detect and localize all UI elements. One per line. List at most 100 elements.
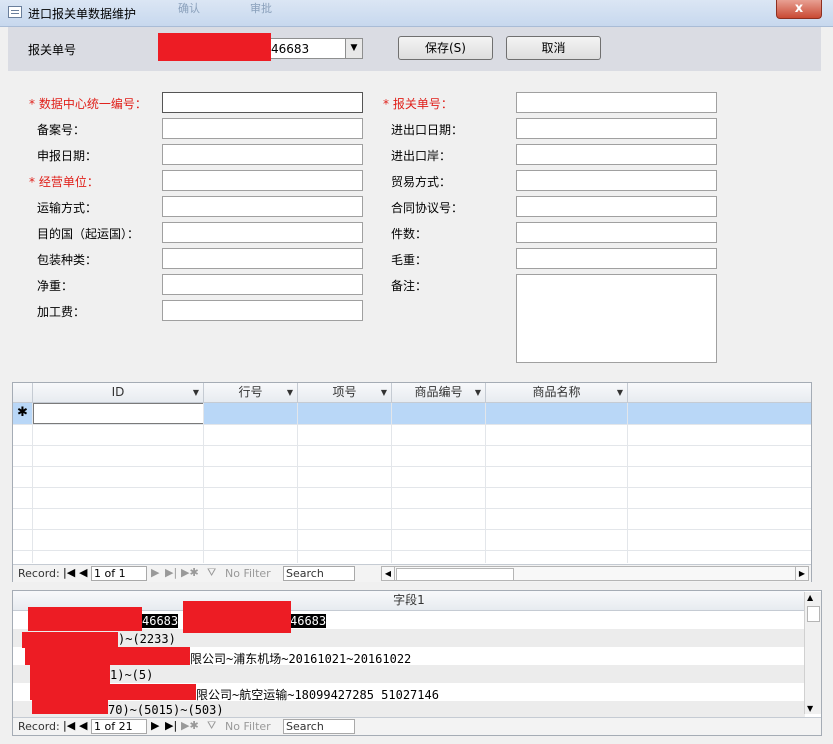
field-label-data-center-no: * 数据中心统一编号：: [29, 97, 147, 111]
scroll-thumb[interactable]: [807, 606, 820, 622]
contract-no-field[interactable]: [516, 196, 717, 217]
chevron-down-icon[interactable]: ▼: [381, 383, 387, 402]
horizontal-scrollbar[interactable]: ◀ ▶: [381, 566, 809, 581]
next-record-icon[interactable]: ▶: [151, 566, 159, 579]
redaction-box: [25, 647, 190, 665]
last-record-icon[interactable]: ▶|: [165, 566, 177, 579]
search-input[interactable]: Search: [283, 566, 355, 581]
search-input[interactable]: Search: [283, 719, 355, 734]
trade-mode-field[interactable]: [516, 170, 717, 191]
field-label-processing-fee: 加工费：: [37, 305, 86, 319]
close-button[interactable]: x: [776, 0, 822, 19]
scroll-left-icon[interactable]: ◀: [382, 567, 395, 580]
field-label-gross-weight: 毛重：: [391, 253, 428, 267]
field-label-remarks: 备注：: [391, 279, 428, 293]
required-marker: *: [29, 97, 35, 111]
save-button[interactable]: 保存(S): [398, 36, 493, 60]
record-navigation-bar: Record: |◀ ◀ 1 of 1 ▶ ▶| ▶✱ ⛛ No Filter …: [13, 564, 811, 582]
window-title: 进口报关单数据维护: [28, 7, 137, 21]
net-weight-field[interactable]: [162, 274, 363, 295]
combo-value: 46683: [271, 42, 310, 56]
remarks-textarea[interactable]: [516, 274, 717, 363]
field-label-port: 进出口岸：: [391, 149, 452, 163]
data-center-no-field[interactable]: [162, 92, 363, 113]
vertical-scrollbar[interactable]: ▲ ▼: [804, 592, 821, 714]
field-label-import-date: 进出口日期：: [391, 123, 464, 137]
table-row[interactable]: 限公司~浦东机场~20161021~20161022: [190, 650, 411, 667]
chevron-down-icon[interactable]: ▼: [287, 383, 293, 402]
table-row-segment: 46683: [290, 614, 327, 628]
scroll-right-icon[interactable]: ▶: [795, 567, 808, 580]
column-header-line-no[interactable]: 行号 ▼: [204, 383, 298, 403]
first-record-icon[interactable]: |◀: [63, 566, 75, 579]
new-record-nav-icon[interactable]: ▶✱: [181, 566, 199, 579]
new-record-nav-icon[interactable]: ▶✱: [181, 719, 199, 732]
last-record-icon[interactable]: ▶|: [165, 719, 177, 732]
record-position-field[interactable]: 1 of 1: [91, 566, 147, 581]
declaration-no-label: 报关单号: [28, 43, 77, 57]
redaction-box: [183, 601, 291, 633]
close-icon: x: [794, 1, 804, 16]
table-row[interactable]: )~(2233): [118, 632, 176, 646]
field-label-trade-mode: 贸易方式：: [391, 175, 452, 189]
title-bar: 进口报关单数据维护 确认 审批 x: [0, 0, 833, 27]
background-ribbon-label: 确认: [178, 2, 200, 15]
cancel-button[interactable]: 取消: [506, 36, 601, 60]
record-label: Record:: [18, 567, 60, 580]
first-record-icon[interactable]: |◀: [63, 719, 75, 732]
filter-icon: ⛛: [207, 566, 217, 579]
record-label: Record:: [18, 720, 60, 733]
table-row[interactable]: 1)~(5): [110, 668, 153, 682]
scroll-thumb[interactable]: [396, 568, 514, 581]
import-date-field[interactable]: [516, 118, 717, 139]
no-filter-label[interactable]: No Filter: [225, 567, 271, 580]
subsheet-navigation-bar: Record: |◀ ◀ 1 of 21 ▶ ▶| ▶✱ ⛛ No Filter…: [13, 717, 821, 735]
previous-record-icon[interactable]: ◀: [79, 566, 87, 579]
destination-country-field[interactable]: [162, 222, 363, 243]
field-label-piece-count: 件数：: [391, 227, 428, 241]
scroll-down-icon[interactable]: ▼: [807, 704, 813, 713]
declare-date-field[interactable]: [162, 144, 363, 165]
detail-datasheet: ID ▼ 行号 ▼ 项号 ▼ 商品编号 ▼ 商品名称 ▼ ✱ Record: |◀ ◀ 1…: [12, 382, 812, 582]
column-header-item-no[interactable]: 项号 ▼: [298, 383, 392, 403]
column-header-id[interactable]: ID ▼: [33, 383, 204, 403]
field-label-contract-no: 合同协议号：: [391, 201, 464, 215]
redaction-box: [22, 632, 118, 648]
previous-record-icon[interactable]: ◀: [79, 719, 87, 732]
piece-count-field[interactable]: [516, 222, 717, 243]
package-type-field[interactable]: [162, 248, 363, 269]
redaction-box: [28, 607, 142, 631]
form-window-icon: [8, 6, 22, 18]
redaction-box: [32, 700, 108, 714]
column-header-product-name[interactable]: 商品名称 ▼: [486, 383, 628, 403]
table-row[interactable]: 70)~(5015)~(503): [108, 703, 224, 717]
id-cell-input[interactable]: [33, 403, 204, 424]
table-row[interactable]: 限公司~航空运输~18099427285 51027146: [196, 686, 439, 703]
no-filter-label[interactable]: No Filter: [225, 720, 271, 733]
record-no-field[interactable]: [162, 118, 363, 139]
field-label-package-type: 包装种类：: [37, 253, 98, 267]
table-row[interactable]: 46683: [142, 614, 179, 628]
column-header-product-code[interactable]: 商品编号 ▼: [392, 383, 486, 403]
scroll-up-icon[interactable]: ▲: [807, 593, 813, 602]
declaration-no-field[interactable]: [516, 92, 717, 113]
field-label-business-unit: * 经营单位：: [29, 175, 99, 189]
chevron-down-icon[interactable]: ▼: [475, 383, 481, 402]
gross-weight-field[interactable]: [516, 248, 717, 269]
processing-fee-field[interactable]: [162, 300, 363, 321]
next-record-icon[interactable]: ▶: [151, 719, 159, 732]
field-label-transport-mode: 运输方式：: [37, 201, 98, 215]
field-label-record-no: 备案号：: [37, 123, 86, 137]
chevron-down-icon[interactable]: ▼: [193, 383, 199, 402]
port-field[interactable]: [516, 144, 717, 165]
chevron-down-icon[interactable]: ▼: [345, 39, 362, 58]
required-marker: *: [383, 97, 389, 111]
chevron-down-icon[interactable]: ▼: [617, 383, 623, 402]
field-label-destination-country: 目的国（起运国）：: [37, 227, 140, 241]
business-unit-field[interactable]: [162, 170, 363, 191]
transport-mode-field[interactable]: [162, 196, 363, 217]
filter-icon: ⛛: [207, 719, 217, 732]
select-all-corner[interactable]: [13, 383, 33, 403]
required-marker: *: [29, 175, 35, 189]
record-position-field[interactable]: 1 of 21: [91, 719, 147, 734]
